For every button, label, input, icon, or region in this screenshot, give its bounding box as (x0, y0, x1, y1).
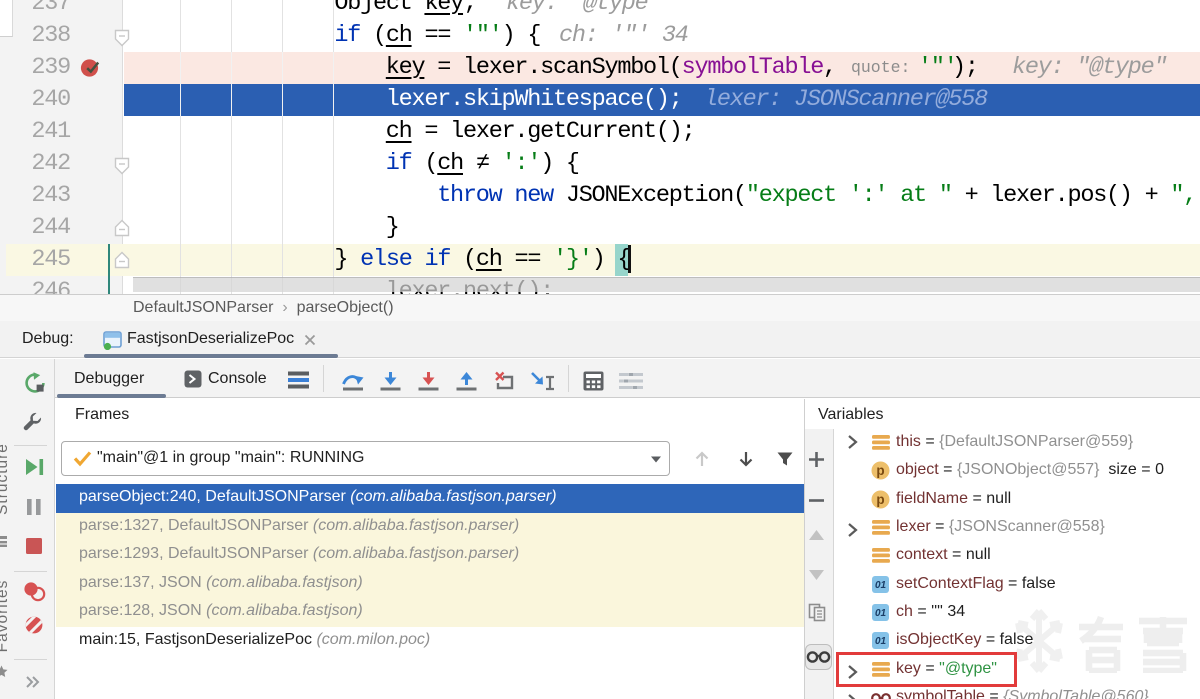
svg-text:01: 01 (875, 636, 887, 647)
svg-text:01: 01 (875, 580, 887, 591)
svg-text:01: 01 (875, 608, 887, 619)
svg-text:p: p (876, 492, 884, 507)
svg-text:p: p (876, 463, 884, 478)
